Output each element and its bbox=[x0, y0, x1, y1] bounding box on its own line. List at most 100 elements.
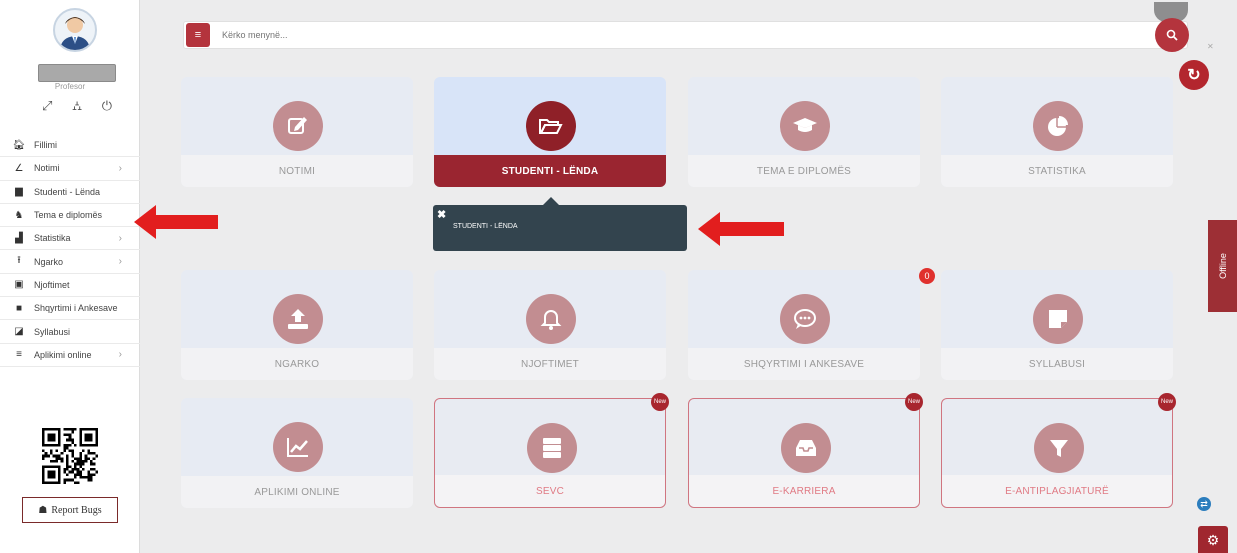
sidebar-item[interactable]: ∠ Notimi › bbox=[0, 157, 140, 181]
module-tile[interactable]: E-ANTIPLAGJIATURË New bbox=[941, 393, 1176, 508]
qr-code bbox=[42, 428, 98, 484]
offline-tab[interactable]: Offline bbox=[1208, 220, 1237, 312]
sitemap-icon[interactable]: ⛼ bbox=[72, 98, 82, 116]
module-tile-label: SHQYRTIMI I ANKESAVE bbox=[688, 348, 920, 380]
report-bugs-button[interactable]: ☗ Report Bugs bbox=[22, 497, 118, 523]
list-icon: ≡ bbox=[16, 349, 22, 361]
sidebar-item-label: Studenti - Lënda bbox=[34, 186, 101, 197]
module-tile[interactable]: E-KARRIERA New bbox=[688, 393, 923, 508]
profile-actions: ⤢ ⛼ ⏻ bbox=[42, 98, 112, 116]
module-tile[interactable]: SEVC New bbox=[434, 393, 669, 508]
new-badge: New bbox=[905, 393, 923, 411]
user-name-redacted bbox=[38, 64, 116, 82]
module-tile-label: STATISTIKA bbox=[941, 155, 1173, 187]
sidebar-item-label: Statistika bbox=[34, 233, 71, 244]
pie-chart-icon bbox=[1033, 101, 1083, 151]
sticky-note-icon bbox=[1033, 294, 1083, 344]
sidebar-item[interactable]: ▟ Statistika › bbox=[0, 227, 140, 251]
sidebar-item-label: Aplikimi online bbox=[34, 349, 92, 360]
graduation-cap-icon: ♞ bbox=[14, 209, 24, 221]
module-tile-label: SEVC bbox=[435, 475, 665, 507]
note-icon: ◪ bbox=[14, 326, 24, 338]
tooltip-text: STUDENTI - LËNDA bbox=[453, 223, 518, 230]
sidebar-item-label: Shqyrtimi i Ankesave bbox=[34, 303, 118, 314]
edit-icon: ∠ bbox=[14, 162, 24, 174]
sidebar-menu: 🏠︎ Fillimi ∠ Notimi › ▆ Studenti - Lënda ♞ Tema … bbox=[0, 134, 140, 367]
inbox-icon bbox=[781, 423, 831, 473]
calendar-icon: ▣ bbox=[14, 279, 24, 291]
new-badge: New bbox=[651, 393, 669, 411]
expand-icon[interactable]: ⤢ bbox=[42, 98, 52, 116]
sidebar-item[interactable]: ▆ Studenti - Lënda bbox=[0, 181, 140, 204]
module-tile-label: NJOFTIMET bbox=[434, 348, 666, 380]
menu-toggle-button[interactable]: ≡ bbox=[186, 23, 210, 47]
module-tile[interactable]: NGARKO bbox=[181, 270, 413, 380]
upload-icon: ⭱ bbox=[17, 255, 21, 267]
module-tile[interactable]: APLIKIMI ONLINE bbox=[181, 398, 413, 508]
chevron-right-icon: › bbox=[118, 256, 122, 268]
module-tile[interactable]: STUDENTI - LËNDA bbox=[434, 77, 666, 187]
sync-icon: ⇄ bbox=[1200, 498, 1208, 509]
sync-button[interactable]: ⇄ bbox=[1197, 497, 1211, 511]
graduation-cap-icon bbox=[780, 101, 830, 151]
module-tile-label: E-ANTIPLAGJIATURË bbox=[942, 475, 1172, 507]
sidebar-item[interactable]: ♞ Tema e diplomës bbox=[0, 204, 140, 228]
module-tile-label: NOTIMI bbox=[181, 155, 413, 187]
module-tile[interactable]: NJOFTIMET bbox=[434, 270, 666, 380]
sidebar-item[interactable]: ≡ Aplikimi online › bbox=[0, 344, 140, 367]
tooltip: ✖ STUDENTI - LËNDA bbox=[433, 197, 687, 251]
power-icon[interactable]: ⏻ bbox=[102, 98, 112, 116]
sidebar-item-label: Notimi bbox=[34, 163, 60, 174]
sidebar-item[interactable]: 🏠︎ Fillimi bbox=[0, 134, 140, 158]
search-button[interactable] bbox=[1155, 18, 1189, 52]
left-arrow-annotation bbox=[134, 205, 218, 239]
sidebar-item[interactable]: ◪ Syllabusi bbox=[0, 320, 140, 344]
refresh-icon: ↻ bbox=[1187, 67, 1201, 84]
module-tile-label: TEMA E DIPLOMËS bbox=[688, 155, 920, 187]
offline-label: Offline bbox=[1217, 253, 1228, 279]
sidebar-item-label: Tema e diplomës bbox=[34, 210, 103, 221]
upload-icon bbox=[273, 294, 323, 344]
search-input[interactable] bbox=[222, 24, 1122, 46]
line-chart-icon bbox=[273, 422, 323, 472]
folder-open-icon bbox=[526, 101, 576, 151]
sidebar-item[interactable]: ▣ Njoftimet bbox=[0, 274, 140, 298]
sidebar-item[interactable]: ■ Shqyrtimi i Ankesave bbox=[0, 297, 140, 321]
module-tile-label: NGARKO bbox=[181, 348, 413, 380]
chevron-right-icon: › bbox=[118, 232, 122, 244]
new-badge: New bbox=[1158, 393, 1176, 411]
module-tile-label: E-KARRIERA bbox=[689, 475, 919, 507]
close-icon[interactable]: ✕ bbox=[1207, 42, 1214, 51]
module-tile-label: STUDENTI - LËNDA bbox=[434, 155, 666, 187]
sidebar: Profesor ⤢ ⛼ ⏻ 🏠︎ Fillimi ∠ Notimi › ▆ Student… bbox=[0, 0, 140, 553]
avatar[interactable] bbox=[53, 8, 97, 52]
module-tile-label: SYLLABUSI bbox=[941, 348, 1173, 380]
sidebar-item-label: Ngarko bbox=[34, 256, 64, 267]
user-role: Profesor bbox=[54, 82, 86, 91]
chevron-right-icon: › bbox=[118, 349, 122, 361]
left-arrow-annotation bbox=[698, 212, 784, 246]
settings-button[interactable]: ⚙ bbox=[1198, 526, 1228, 553]
refresh-button[interactable]: ↻ bbox=[1179, 60, 1209, 90]
module-tile[interactable]: TEMA E DIPLOMËS bbox=[688, 77, 920, 187]
report-bugs-label: Report Bugs bbox=[51, 504, 102, 516]
module-tile[interactable]: STATISTIKA bbox=[941, 77, 1173, 187]
sidebar-item-label: Fillimi bbox=[34, 140, 57, 151]
bar-chart-icon: ▟ bbox=[15, 232, 23, 244]
bell-icon bbox=[526, 294, 576, 344]
sidebar-item-label: Njoftimet bbox=[34, 279, 70, 290]
sidebar-item[interactable]: ⭱ Ngarko › bbox=[0, 250, 140, 274]
module-tile[interactable]: SHQYRTIMI I ANKESAVE bbox=[688, 270, 920, 380]
server-icon bbox=[527, 423, 577, 473]
sidebar-item-label: Syllabusi bbox=[34, 326, 71, 337]
edit-icon bbox=[273, 101, 323, 151]
search-icon bbox=[1166, 29, 1178, 41]
user-avatar-icon bbox=[60, 17, 90, 50]
comment-dots-icon bbox=[780, 294, 830, 344]
module-tile-label: APLIKIMI ONLINE bbox=[181, 476, 413, 508]
comment-icon: ■ bbox=[15, 302, 23, 314]
close-icon[interactable]: ✖ bbox=[437, 208, 446, 221]
module-tile[interactable]: SYLLABUSI bbox=[941, 270, 1173, 380]
hamburger-icon: ≡ bbox=[194, 29, 202, 41]
module-tile[interactable]: NOTIMI bbox=[181, 77, 413, 187]
